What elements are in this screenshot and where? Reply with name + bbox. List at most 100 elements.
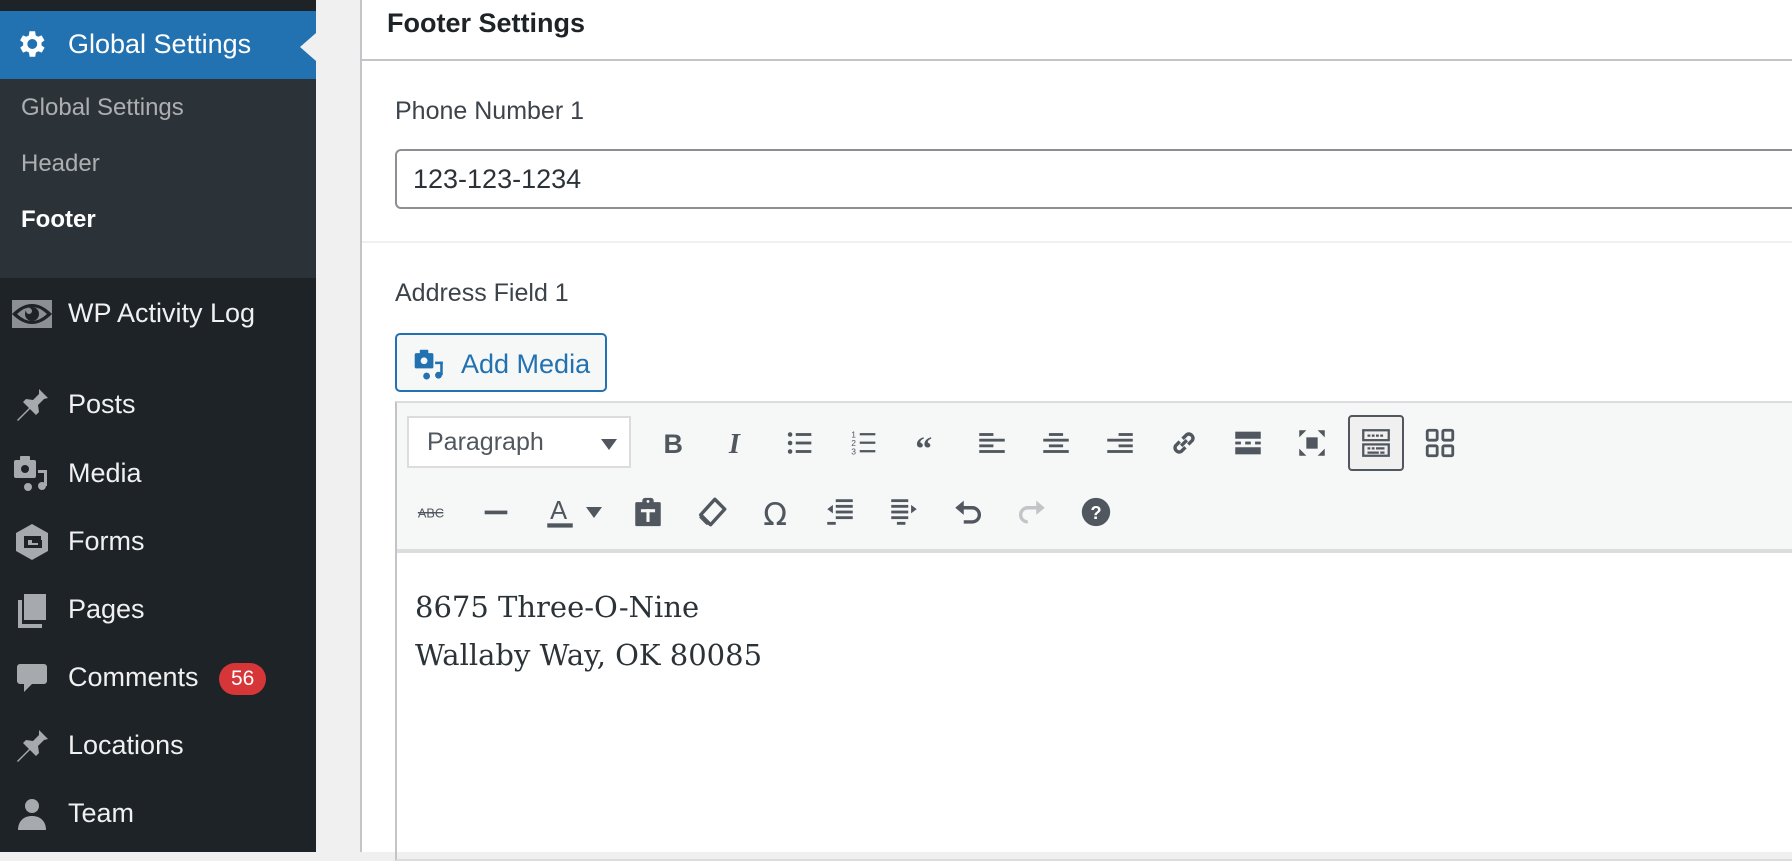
insert-link-button[interactable] [1159, 418, 1209, 468]
address-editor: Paragraph B I 123 “ ABC A Ω ? 8675 Three… [395, 401, 1792, 861]
submenu-item-header[interactable]: Header [21, 150, 100, 178]
sidebar-item-label: Media [68, 458, 142, 488]
sidebar-item-team[interactable]: Team [0, 782, 316, 842]
sidebar-item-global-settings[interactable]: Global Settings [0, 11, 316, 79]
sidebar-item-posts[interactable]: Posts [0, 373, 316, 433]
sidebar-item-pages[interactable]: Pages [0, 578, 316, 638]
panel-title: Footer Settings [387, 8, 586, 38]
decrease-indent-button[interactable] [815, 487, 865, 537]
add-media-button[interactable]: Add Media [395, 333, 607, 392]
bold-button[interactable]: B [647, 418, 697, 468]
align-center-button[interactable] [1031, 418, 1081, 468]
add-media-label: Add Media [461, 349, 591, 379]
phone-number-input[interactable] [395, 149, 1792, 209]
read-more-icon [1235, 431, 1261, 455]
keyboard-icon [1362, 429, 1390, 457]
media-icon [14, 456, 47, 491]
field-divider [362, 241, 1792, 243]
current-menu-arrow [300, 33, 316, 61]
svg-text:Ω: Ω [763, 497, 787, 529]
special-character-button[interactable]: Ω [751, 487, 801, 537]
gravity-forms-icon [16, 524, 48, 560]
svg-text:B: B [664, 429, 683, 459]
numbered-list-icon: 123 [851, 429, 876, 456]
svg-text:I: I [728, 429, 741, 460]
toolbar-toggle-button[interactable] [1348, 415, 1404, 471]
italic-icon: I [728, 429, 741, 460]
numbered-list-button[interactable]: 123 [839, 418, 889, 468]
svg-text:A: A [550, 497, 567, 525]
format-select[interactable]: Paragraph [407, 416, 631, 468]
indent-icon [891, 499, 917, 525]
submenu-item-global-settings[interactable]: Global Settings [21, 94, 184, 122]
sidebar-submenu: Global Settings Header Footer [0, 79, 316, 278]
panel-header: Footer Settings [362, 0, 1792, 61]
fullscreen-button[interactable] [1287, 418, 1337, 468]
address-label: Address Field 1 [395, 279, 569, 307]
phone-label: Phone Number 1 [395, 97, 585, 125]
pushpin-icon [17, 730, 48, 762]
align-right-button[interactable] [1095, 418, 1145, 468]
editor-content[interactable]: 8675 Three-O-Nine Wallaby Way, OK 80085 [415, 583, 762, 679]
sidebar-item-label: Posts [68, 389, 136, 419]
bold-icon: B [664, 429, 683, 459]
align-center-icon [1043, 433, 1069, 453]
submenu-item-footer[interactable]: Footer [21, 206, 96, 234]
chevron-down-icon [601, 439, 617, 450]
sidebar-item-label: WP Activity Log [68, 298, 256, 328]
clear-formatting-button[interactable] [687, 487, 737, 537]
strikethrough-button[interactable]: ABC [407, 487, 457, 537]
bulleted-list-button[interactable] [775, 418, 825, 468]
align-right-icon [1107, 433, 1133, 453]
align-left-icon [979, 433, 1005, 453]
clipboard-icon [635, 497, 661, 527]
text-color-button[interactable]: A [535, 487, 585, 537]
sidebar-item-media[interactable]: Media [0, 442, 316, 502]
eye-icon [12, 300, 52, 328]
admin-sidebar: Global Settings Global Settings Header F… [0, 0, 316, 852]
editor-toolbar: Paragraph B I 123 “ ABC A Ω ? [397, 403, 1792, 553]
footer-settings-panel: Footer Settings Phone Number 1 Address F… [360, 0, 1792, 861]
outdent-icon [827, 499, 853, 525]
svg-text:“: “ [915, 431, 932, 460]
fullscreen-icon [1299, 430, 1325, 456]
undo-icon [955, 500, 981, 524]
blockquote-button[interactable]: “ [903, 418, 953, 468]
sidebar-item-label: Team [68, 798, 135, 828]
undo-button[interactable] [943, 487, 993, 537]
horizontal-line-button[interactable] [471, 487, 521, 537]
read-more-button[interactable] [1223, 418, 1273, 468]
sidebar-item-label: Global Settings [68, 29, 252, 59]
chevron-down-icon [586, 506, 602, 518]
sidebar-item-label: Comments [68, 662, 199, 692]
text-color-dropdown[interactable] [579, 487, 609, 537]
link-icon [1173, 432, 1195, 454]
blocks-button[interactable] [1415, 418, 1465, 468]
redo-icon [1019, 500, 1045, 524]
horizontal-line-icon [484, 510, 508, 515]
gear-icon [20, 31, 45, 57]
sidebar-top [0, 0, 316, 11]
pushpin-icon [17, 389, 48, 421]
paste-as-text-button[interactable] [623, 487, 673, 537]
sidebar-item-locations[interactable]: Locations [0, 714, 316, 774]
sidebar-item-label: Forms [68, 526, 145, 556]
sidebar-item-label: Pages [68, 594, 145, 624]
sidebar-item-forms[interactable]: Forms [0, 510, 316, 570]
help-icon: ? [1081, 497, 1111, 527]
keyboard-shortcuts-button[interactable]: ? [1071, 487, 1121, 537]
content-line: 8675 Three-O-Nine [415, 590, 700, 624]
eraser-icon [698, 497, 727, 527]
increase-indent-button[interactable] [879, 487, 929, 537]
sidebar-item-comments[interactable]: Comments 56 [0, 646, 316, 706]
media-icon [414, 349, 443, 380]
grid-icon [1425, 428, 1455, 458]
pages-icon [18, 594, 46, 628]
sidebar-item-wp-activity-log[interactable]: WP Activity Log [0, 282, 316, 342]
redo-button[interactable] [1007, 487, 1057, 537]
align-left-button[interactable] [967, 418, 1017, 468]
person-icon [18, 799, 46, 830]
italic-button[interactable]: I [711, 418, 761, 468]
comment-icon [17, 664, 47, 692]
svg-text:?: ? [1090, 502, 1101, 523]
